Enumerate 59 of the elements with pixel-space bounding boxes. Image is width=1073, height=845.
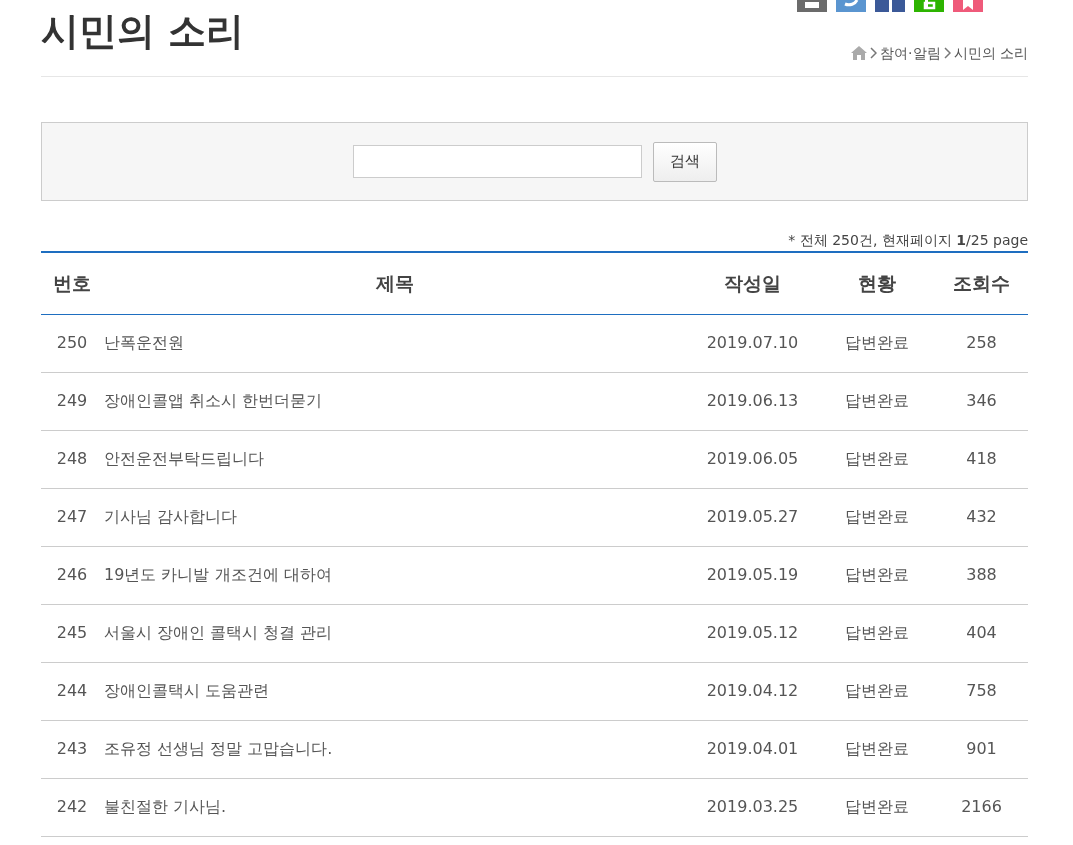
table-cell: 2019.06.13 [687, 372, 818, 430]
column-header: 현황 [818, 252, 935, 314]
table-cell: 249 [41, 372, 103, 430]
table-cell: 2019.07.10 [687, 314, 818, 372]
table-cell: 답변완료 [818, 546, 935, 604]
table-cell: 247 [41, 488, 103, 546]
table-cell: 248 [41, 430, 103, 488]
column-header: 번호 [41, 252, 103, 314]
chevron-icon [870, 47, 878, 59]
post-title-link[interactable]: 안전운전부탁드립니다 [103, 430, 687, 488]
table-cell: 답변완료 [818, 604, 935, 662]
table-cell: 2019.05.27 [687, 488, 818, 546]
home-icon[interactable] [851, 46, 868, 60]
post-title-link[interactable]: 난폭운전원 [103, 314, 687, 372]
table-cell: 답변완료 [818, 430, 935, 488]
table-cell: 2019.04.01 [687, 720, 818, 778]
column-header: 조회수 [935, 252, 1028, 314]
table-cell: 346 [935, 372, 1028, 430]
table-cell: 2019.05.12 [687, 604, 818, 662]
table-cell: 242 [41, 778, 103, 836]
post-title-link[interactable]: 불친절한 기사님. [103, 778, 687, 836]
table-cell: 2019.06.05 [687, 430, 818, 488]
table-cell: 250 [41, 314, 103, 372]
search-field[interactable] [352, 145, 642, 178]
table-cell: 901 [935, 720, 1028, 778]
column-header: 제목 [103, 252, 687, 314]
chevron-icon [943, 47, 951, 59]
column-header: 작성일 [687, 252, 818, 314]
table-cell: 432 [935, 488, 1028, 546]
table-cell: 258 [935, 314, 1028, 372]
table-cell: 418 [935, 430, 1028, 488]
table-cell: 2019.05.19 [687, 546, 818, 604]
table-cell: 답변완료 [818, 778, 935, 836]
table-cell: 404 [935, 604, 1028, 662]
table-cell: 388 [935, 546, 1028, 604]
table-cell: 758 [935, 662, 1028, 720]
table-cell: 2019.04.12 [687, 662, 818, 720]
post-title-link[interactable]: 조유정 선생님 정말 고맙습니다. [103, 720, 687, 778]
table-cell: 답변완료 [818, 662, 935, 720]
post-title-link[interactable]: 서울시 장애인 콜택시 청결 관리 [103, 604, 687, 662]
table-cell: 243 [41, 720, 103, 778]
table-cell: 2166 [935, 778, 1028, 836]
table-cell: 답변완료 [818, 488, 935, 546]
breadcrumb-link[interactable]: 참여·알림 [880, 42, 941, 64]
search-button[interactable]: 검색 [652, 141, 717, 182]
table-cell: 245 [41, 604, 103, 662]
table-cell: 답변완료 [818, 314, 935, 372]
breadcrumb-link[interactable]: 시민의 소리 [953, 42, 1028, 64]
table-cell: 답변완료 [818, 372, 935, 430]
table-cell: 2019.03.25 [687, 778, 818, 836]
page-title: 시민의 소리 [41, 12, 245, 55]
table-cell: 246 [41, 546, 103, 604]
page-summary: * 전체 250건, 현재페이지 1/25 page [787, 231, 1028, 249]
table-cell: 244 [41, 662, 103, 720]
post-title-link[interactable]: 19년도 카니발 개조건에 대하여 [103, 546, 687, 604]
post-title-link[interactable]: 장애인콜택시 도움관련 [103, 662, 687, 720]
post-title-link[interactable]: 장애인콜앱 취소시 한번더묻기 [103, 372, 687, 430]
post-title-link[interactable]: 기사님 감사합니다 [103, 488, 687, 546]
table-cell: 답변완료 [818, 720, 935, 778]
